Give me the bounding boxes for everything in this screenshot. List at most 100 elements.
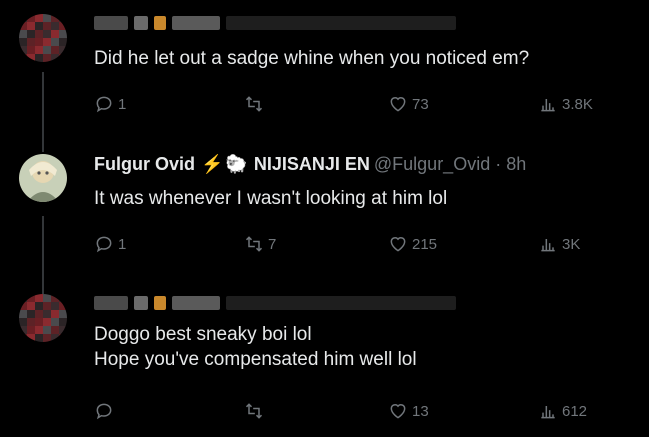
views-icon	[541, 406, 555, 419]
retweet-button[interactable]	[244, 93, 268, 115]
like-button[interactable]: 73	[388, 93, 429, 115]
redacted-name	[94, 296, 128, 310]
avatar-pixel	[43, 46, 51, 54]
avatar-pixel	[19, 30, 27, 38]
avatar-pixel	[19, 318, 27, 326]
avatar-pixel	[27, 14, 35, 22]
avatar-pixel	[59, 318, 67, 326]
avatar-pixel	[19, 310, 27, 318]
avatar-pixel	[43, 30, 51, 38]
avatar-pixel	[51, 310, 59, 318]
like-count: 73	[412, 95, 429, 113]
reply-button[interactable]: 1	[94, 233, 126, 255]
like-count: 13	[412, 402, 429, 420]
avatar-pixel	[43, 14, 51, 22]
like-button[interactable]: 13	[388, 400, 429, 422]
avatar-pixel	[27, 38, 35, 46]
handle-and-time[interactable]: @Fulgur_Ovid · 8h	[374, 154, 526, 175]
avatar-pixel	[51, 54, 59, 62]
views-button[interactable]: 3.8K	[538, 93, 593, 115]
reply-button[interactable]: 1	[94, 93, 126, 115]
avatar-pixel	[51, 14, 59, 22]
avatar-pixel	[27, 318, 35, 326]
avatar-pixel	[51, 38, 59, 46]
avatar-pixel	[19, 326, 27, 334]
avatar-pixel	[35, 54, 43, 62]
reply-icon	[96, 96, 112, 113]
retweet-button[interactable]	[244, 400, 268, 422]
sheep-emoji: 🐑	[225, 153, 248, 174]
avatar-pixel	[43, 310, 51, 318]
avatar[interactable]	[19, 14, 67, 62]
avatar-pixel	[35, 294, 43, 302]
views-count: 612	[562, 402, 588, 420]
tweet-2[interactable]: Fulgur Ovid ⚡ 🐑 NIJISANJI EN @Fulgur_Ovi…	[0, 140, 649, 280]
avatar-pixel	[51, 334, 59, 342]
like-button[interactable]: 215	[388, 233, 437, 255]
reply-icon	[96, 236, 112, 253]
avatar-pixel	[35, 302, 43, 310]
tweet-text: Doggo best sneaky boi lol Hope you've co…	[94, 324, 417, 370]
redacted-name	[134, 296, 148, 310]
avatar-pixel	[59, 22, 67, 30]
retweet-count: 7	[268, 235, 277, 253]
avatar-pixel	[43, 294, 51, 302]
author-name[interactable]: Fulgur Ovid	[94, 154, 195, 175]
redacted-handle	[226, 16, 456, 30]
avatar-pixel	[43, 318, 51, 326]
redacted-name	[172, 16, 220, 30]
avatar-pixel	[59, 302, 67, 310]
avatar-pixel	[51, 30, 59, 38]
avatar-pixel	[35, 22, 43, 30]
avatar-pixel	[59, 30, 67, 38]
avatar-pixel	[35, 30, 43, 38]
avatar-pixel	[51, 46, 59, 54]
retweet-button[interactable]: 7	[244, 233, 276, 255]
redacted-name	[94, 16, 128, 30]
avatar-pixel	[43, 302, 51, 310]
views-icon	[541, 239, 555, 252]
avatar-pixel	[35, 310, 43, 318]
org-label[interactable]: NIJISANJI EN	[254, 154, 370, 175]
avatar-pixel	[19, 334, 27, 342]
avatar-pixel	[35, 14, 43, 22]
avatar-pixel	[27, 294, 35, 302]
avatar-pixel	[35, 326, 43, 334]
tweet-actions: 13 612	[94, 400, 614, 422]
redacted-handle	[226, 296, 456, 310]
tweet-header-redacted	[94, 292, 462, 314]
avatar-pixel	[43, 54, 51, 62]
avatar-pixel	[27, 302, 35, 310]
like-icon	[390, 97, 406, 112]
avatar-pixel	[51, 318, 59, 326]
avatar-pixel	[51, 302, 59, 310]
views-button[interactable]: 3K	[538, 233, 580, 255]
avatar-pixel	[43, 326, 51, 334]
avatar-pixel	[51, 294, 59, 302]
avatar[interactable]	[19, 154, 67, 202]
reply-button[interactable]	[94, 400, 118, 422]
tweet-actions: 1 73 3.8K	[94, 93, 614, 115]
avatar-pixel	[59, 54, 67, 62]
avatar-pixel	[59, 334, 67, 342]
avatar-pixel	[43, 334, 51, 342]
avatar-pixel	[27, 54, 35, 62]
tweet-1[interactable]: Did he let out a sadge whine when you no…	[0, 0, 649, 140]
bolt-emoji: ⚡	[201, 153, 224, 174]
avatar-pixel	[59, 14, 67, 22]
avatar-pixel	[59, 326, 67, 334]
avatar-pixel	[19, 14, 27, 22]
tweet-3[interactable]: Doggo best sneaky boi lol Hope you've co…	[0, 280, 649, 437]
avatar-pixel	[19, 46, 27, 54]
views-count: 3.8K	[562, 95, 593, 113]
avatar-pixel	[27, 310, 35, 318]
avatar[interactable]	[19, 294, 67, 342]
avatar-pixel	[27, 334, 35, 342]
avatar-pixel	[43, 22, 51, 30]
fulgur-avatar-image	[19, 154, 67, 202]
avatar-pixel	[35, 46, 43, 54]
like-icon	[390, 404, 406, 419]
avatar-pixel	[19, 54, 27, 62]
redacted-emoji	[154, 16, 166, 30]
views-button[interactable]: 612	[538, 400, 587, 422]
